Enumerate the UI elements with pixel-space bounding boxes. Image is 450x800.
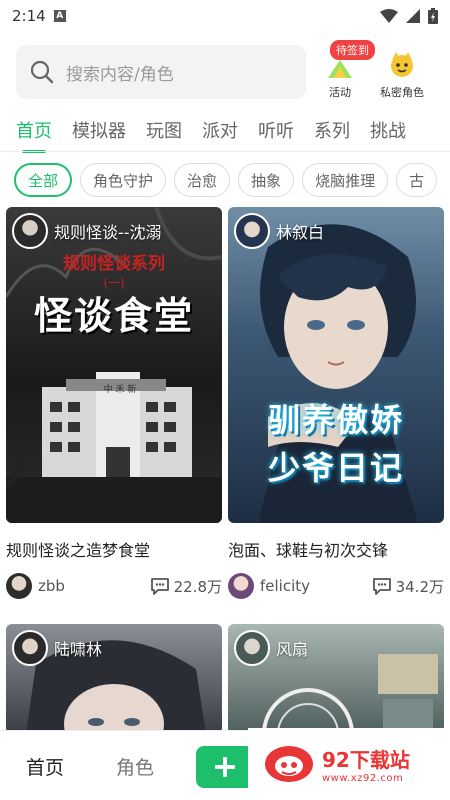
private-character-icon — [391, 52, 413, 77]
author-name: 风扇 — [276, 640, 309, 659]
status-bar: 2:14 A — [0, 0, 450, 32]
user-avatar[interactable] — [6, 573, 32, 599]
tabs-divider — [0, 151, 450, 152]
author-name: 林叙白 — [276, 223, 325, 242]
nav-home[interactable]: 首页 — [26, 753, 64, 780]
watermark-url: www.xz92.com — [322, 773, 404, 784]
story-card[interactable]: 规则怪谈系列 (一) 怪谈食堂 中 禾 新 规则怪谈--沈溺 规则怪谈之造梦食堂… — [6, 207, 222, 599]
plus-icon — [215, 757, 235, 777]
tab-home[interactable]: 首页 — [16, 117, 52, 153]
author-header: 陆啸林 — [12, 630, 102, 666]
chip-ancient[interactable]: 古 — [396, 163, 438, 197]
status-icons — [380, 8, 438, 24]
chip-abstract[interactable]: 抽象 — [238, 163, 295, 197]
search-placeholder: 搜索内容/角色 — [66, 64, 174, 85]
author-header: 林叙白 — [234, 213, 324, 249]
story-title[interactable]: 规则怪谈之造梦食堂 — [6, 537, 222, 561]
comment-stats: 34.2万 — [372, 576, 444, 597]
author-avatar — [12, 213, 48, 249]
nav-character[interactable]: 角色 — [116, 753, 154, 780]
comment-icon — [150, 578, 169, 595]
filter-chips: 全部 角色守护 治愈 抽象 烧脑推理 古 — [14, 163, 438, 197]
building-sign: 中 禾 新 — [103, 385, 137, 395]
watermark-title: 92下载站 — [322, 748, 410, 772]
story-card[interactable]: 陆啸林 — [6, 624, 222, 734]
author-avatar — [234, 213, 270, 249]
cover-title: 驯养傲娇 — [267, 401, 404, 439]
chip-healing[interactable]: 治愈 — [174, 163, 231, 197]
battery-icon — [428, 8, 438, 24]
signal-icon — [406, 9, 420, 23]
watermark: 92下载站 www.xz92.com — [248, 728, 450, 800]
story-meta: zbb 22.8万 — [6, 573, 222, 599]
story-meta: felicity 34.2万 — [228, 573, 444, 599]
wifi-icon — [380, 9, 398, 23]
user-name[interactable]: felicity — [260, 577, 310, 595]
author-header: 规则怪谈--沈溺 — [12, 213, 162, 249]
private-character-label: 私密角色 — [380, 86, 424, 99]
author-avatar — [234, 630, 270, 666]
notification-icon: A — [53, 10, 66, 22]
activity-icon — [328, 60, 352, 78]
cover-subtitle: 少爷日记 — [267, 449, 404, 487]
activity-label: 活动 — [329, 86, 351, 99]
story-title[interactable]: 泡面、球鞋与初次交锋 — [228, 537, 444, 561]
cover-title: 怪谈食堂 — [33, 293, 194, 338]
author-name: 陆啸林 — [54, 640, 103, 659]
watermark-text: 92下载站 www.xz92.com — [322, 744, 410, 784]
tab-listen[interactable]: 听听 — [258, 117, 294, 143]
tab-simulator[interactable]: 模拟器 — [72, 117, 126, 143]
status-time: 2:14 — [12, 7, 46, 25]
comment-count: 34.2万 — [395, 577, 444, 596]
story-card[interactable]: 风扇 — [228, 624, 444, 734]
tab-series[interactable]: 系列 — [314, 117, 350, 143]
private-character-button[interactable]: 私密角色 — [380, 50, 424, 100]
comment-icon — [372, 578, 391, 595]
watermark-logo-icon — [265, 746, 313, 782]
story-cover[interactable]: 驯养傲娇 少爷日记 林叙白 — [228, 207, 444, 523]
comment-stats: 22.8万 — [150, 576, 222, 597]
author-name: 规则怪谈--沈溺 — [54, 223, 162, 242]
chip-guardian[interactable]: 角色守护 — [80, 163, 167, 197]
author-header: 风扇 — [234, 630, 308, 666]
chip-all[interactable]: 全部 — [14, 163, 73, 197]
category-tabs: 首页 模拟器 玩图 派对 听听 系列 挑战 — [0, 110, 450, 153]
tab-challenge[interactable]: 挑战 — [370, 117, 406, 143]
story-cover[interactable]: 陆啸林 — [6, 624, 222, 734]
tab-play-image[interactable]: 玩图 — [146, 117, 182, 143]
story-cover[interactable]: 风扇 — [228, 624, 444, 734]
activity-button[interactable]: 活动 — [326, 58, 354, 100]
tab-party[interactable]: 派对 — [202, 117, 238, 143]
author-avatar — [12, 630, 48, 666]
comment-count: 22.8万 — [173, 577, 222, 596]
search-bar[interactable]: 搜索内容/角色 — [16, 45, 306, 99]
search-icon — [30, 60, 54, 84]
user-avatar[interactable] — [228, 573, 254, 599]
app-screen: 2:14 A 搜索内容/角色 待签到 活动 私密角色 首页 模拟器 玩图 派对 … — [0, 0, 450, 800]
chip-mystery[interactable]: 烧脑推理 — [302, 163, 389, 197]
story-card[interactable]: 驯养傲娇 少爷日记 林叙白 泡面、球鞋与初次交锋 felicity 34.2万 — [228, 207, 444, 599]
story-cover[interactable]: 规则怪谈系列 (一) 怪谈食堂 中 禾 新 规则怪谈--沈溺 — [6, 207, 222, 523]
user-name[interactable]: zbb — [38, 577, 65, 595]
create-button[interactable] — [196, 746, 254, 788]
signin-badge: 待签到 — [330, 40, 375, 60]
